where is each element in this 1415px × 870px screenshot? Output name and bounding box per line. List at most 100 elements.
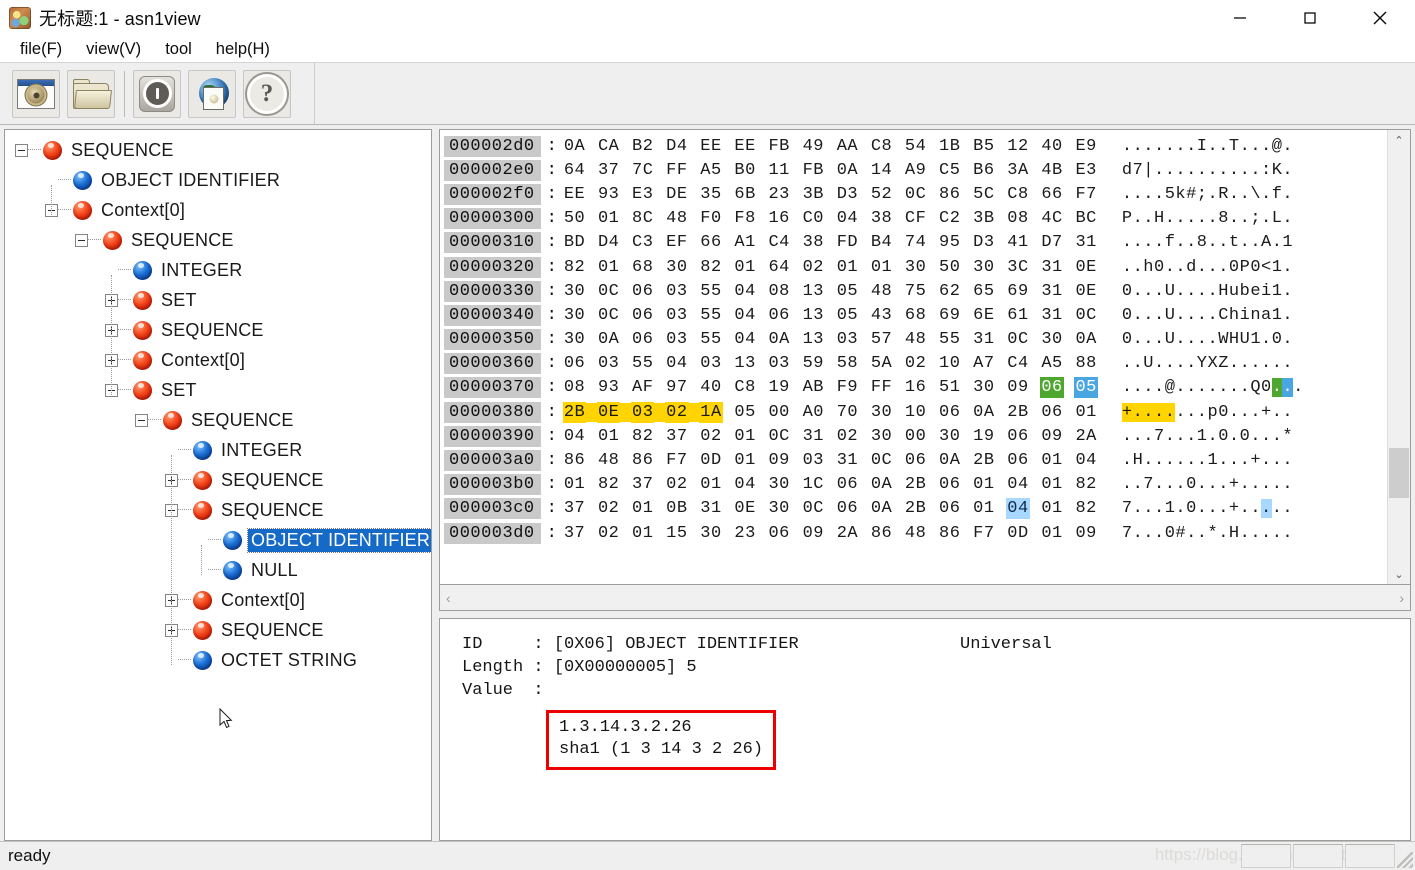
hex-byte[interactable]: A0 (802, 402, 825, 423)
hex-byte[interactable]: 01 (870, 257, 893, 278)
hex-byte[interactable]: 0C (1006, 329, 1029, 350)
hex-byte[interactable]: 01 (1040, 450, 1063, 471)
hex-byte[interactable]: 82 (699, 257, 722, 278)
hex-byte[interactable]: 03 (836, 329, 859, 350)
hex-byte[interactable]: 49 (802, 136, 825, 157)
hex-byte[interactable]: 52 (870, 184, 893, 205)
hex-byte[interactable]: 50 (938, 257, 961, 278)
hex-byte[interactable]: 1C (802, 474, 825, 495)
resize-grip[interactable] (1397, 852, 1413, 868)
hex-byte[interactable]: 0A (870, 498, 893, 519)
globe-button[interactable] (188, 69, 236, 118)
hex-byte[interactable]: 06 (836, 498, 859, 519)
hex-byte[interactable]: EE (733, 136, 756, 157)
hex-byte[interactable]: 01 (972, 498, 995, 519)
hex-bytes[interactable]: 86 48 86 F7 0D 01 09 03 31 0C 06 0A 2B 0… (563, 451, 1098, 470)
hex-byte[interactable]: 55 (699, 305, 722, 326)
open-folder-button[interactable] (67, 69, 115, 118)
hex-byte[interactable]: F0 (699, 208, 722, 229)
hex-byte[interactable]: 64 (563, 160, 586, 181)
tree-node[interactable]: OBJECT IDENTIFIER (5, 165, 431, 195)
hex-byte[interactable]: 55 (631, 353, 654, 374)
hex-byte[interactable]: A9 (904, 160, 927, 181)
hex-byte[interactable]: D7 (1040, 232, 1063, 253)
hex-byte[interactable]: 0E (733, 498, 756, 519)
hex-ascii[interactable]: d7|..........:K. (1122, 161, 1293, 180)
hex-byte[interactable]: 58 (836, 353, 859, 374)
hex-byte[interactable]: 55 (938, 329, 961, 350)
hex-bytes[interactable]: 06 03 55 04 03 13 03 59 58 5A 02 10 A7 C… (563, 354, 1098, 373)
tree-node[interactable]: SEQUENCE (5, 495, 431, 525)
hex-byte[interactable]: 0B (665, 498, 688, 519)
asn1-tree-panel[interactable]: SEQUENCE OBJECT IDENTIFIER Context[0] SEQUE… (4, 129, 432, 841)
hex-byte[interactable]: 0C (597, 305, 620, 326)
hex-byte[interactable]: AB (802, 377, 825, 398)
hex-bytes[interactable]: 37 02 01 15 30 23 06 09 2A 86 48 86 F7 0… (563, 524, 1098, 543)
hex-byte[interactable]: 82 (631, 426, 654, 447)
menu-item-help[interactable]: help(H) (206, 38, 280, 61)
hex-byte[interactable]: 40 (1040, 136, 1063, 157)
hex-byte[interactable]: 03 (631, 401, 655, 423)
hex-byte[interactable]: 06 (1006, 450, 1029, 471)
tree-node[interactable]: SET (5, 285, 431, 315)
hex-byte[interactable]: 01 (972, 474, 995, 495)
hex-byte[interactable]: A5 (699, 160, 722, 181)
hex-byte[interactable]: 0C (767, 426, 790, 447)
hex-byte[interactable]: 16 (904, 377, 927, 398)
hex-byte[interactable]: 30 (563, 329, 586, 350)
hex-byte[interactable]: 06 (1006, 426, 1029, 447)
hex-byte[interactable]: B4 (870, 232, 893, 253)
scroll-left-icon[interactable]: ‹ (446, 590, 451, 606)
hex-row[interactable]: 000002d0:0A CA B2 D4 EE EE FB 49 AA C8 5… (444, 134, 1387, 158)
tree-node[interactable]: SEQUENCE (5, 315, 431, 345)
hex-byte[interactable]: 04 (733, 281, 756, 302)
hex-byte[interactable]: 04 (733, 329, 756, 350)
hex-byte[interactable]: 05 (1074, 377, 1098, 399)
hex-byte[interactable]: A1 (733, 232, 756, 253)
hex-row[interactable]: 00000370:08 93 AF 97 40 C8 19 AB F9 FF 1… (444, 376, 1387, 400)
hex-ascii[interactable]: P..H.....8..;.L. (1122, 209, 1293, 228)
hex-byte[interactable]: 01 (597, 426, 620, 447)
hex-bytes[interactable]: 01 82 37 02 01 04 30 1C 06 0A 2B 06 01 0… (563, 475, 1098, 494)
menu-item-tool[interactable]: tool (155, 38, 202, 61)
hex-byte[interactable]: 04 (665, 353, 688, 374)
hex-byte[interactable]: 09 (1074, 523, 1097, 544)
hex-byte[interactable]: 23 (767, 184, 790, 205)
hex-byte[interactable]: 14 (870, 160, 893, 181)
hex-byte[interactable]: 13 (802, 329, 825, 350)
hex-byte[interactable]: 01 (836, 257, 859, 278)
hex-byte[interactable]: 06 (1040, 402, 1063, 423)
tree-node[interactable]: SET (5, 375, 431, 405)
hex-byte[interactable]: 38 (802, 232, 825, 253)
hex-byte[interactable]: 0C (597, 281, 620, 302)
hex-byte[interactable]: 30 (563, 305, 586, 326)
hex-row[interactable]: 00000380:2B 0E 03 02 1A 05 00 A0 70 30 1… (444, 400, 1387, 424)
hex-row[interactable]: 00000350:30 0A 06 03 55 04 0A 13 03 57 4… (444, 328, 1387, 352)
hex-byte[interactable]: 86 (938, 184, 961, 205)
tree-node[interactable]: SEQUENCE (5, 225, 431, 255)
hex-byte[interactable]: 69 (938, 305, 961, 326)
hex-byte[interactable]: 0C (904, 184, 927, 205)
scroll-thumb[interactable] (1389, 448, 1409, 498)
hex-byte[interactable]: 11 (767, 160, 790, 181)
hex-ascii[interactable]: 0...U....Hubei1. (1122, 282, 1293, 301)
hex-byte[interactable]: 06 (938, 402, 961, 423)
hex-byte[interactable]: 31 (1074, 232, 1097, 253)
menu-item-view[interactable]: view(V) (76, 38, 151, 61)
hex-byte[interactable]: 68 (631, 257, 654, 278)
tree-node[interactable]: SEQUENCE (5, 405, 431, 435)
hex-byte[interactable]: 13 (733, 353, 756, 374)
hex-bytes[interactable]: BD D4 C3 EF 66 A1 C4 38 FD B4 74 95 D3 4… (563, 233, 1098, 252)
hex-byte[interactable]: 70 (836, 402, 859, 423)
hex-byte[interactable]: 2B (904, 498, 927, 519)
hex-byte[interactable]: 65 (972, 281, 995, 302)
tree-node[interactable]: INTEGER (5, 435, 431, 465)
hex-byte[interactable]: C5 (938, 160, 961, 181)
hex-byte[interactable]: B2 (631, 136, 654, 157)
hex-ascii[interactable]: 0...U....China1. (1122, 306, 1293, 325)
hex-byte[interactable]: 03 (665, 305, 688, 326)
hex-byte[interactable]: 40 (699, 377, 722, 398)
hex-byte[interactable]: 04 (563, 426, 586, 447)
hex-byte[interactable]: 01 (631, 498, 654, 519)
hex-row[interactable]: 00000300:50 01 8C 48 F0 F8 16 C0 04 38 C… (444, 207, 1387, 231)
